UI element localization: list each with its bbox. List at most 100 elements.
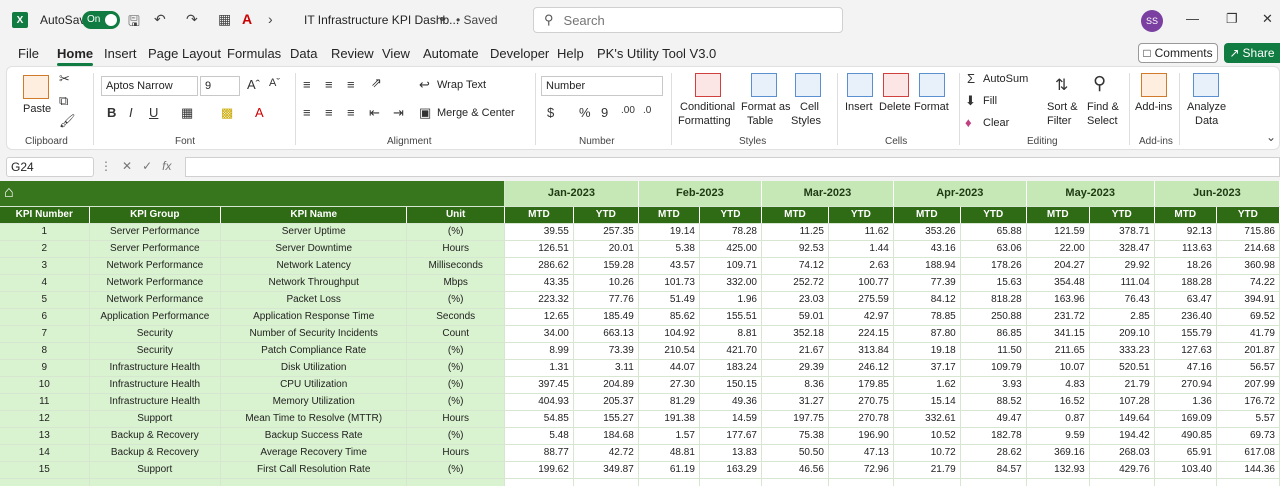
- kpi-cell[interactable]: Mean Time to Resolve (MTTR): [220, 410, 408, 428]
- align-middle-icon[interactable]: ≡: [325, 77, 333, 92]
- value-cell[interactable]: 19.14: [638, 223, 700, 241]
- empty-cell[interactable]: [1216, 478, 1280, 486]
- kpi-cell[interactable]: Network Performance: [89, 274, 222, 292]
- value-cell[interactable]: 65.88: [960, 223, 1027, 241]
- kpi-cell[interactable]: Average Recovery Time: [220, 444, 408, 462]
- value-cell[interactable]: 177.67: [699, 427, 763, 445]
- value-cell[interactable]: 397.45: [504, 376, 574, 394]
- value-cell[interactable]: 10.72: [893, 444, 961, 462]
- empty-cell[interactable]: [504, 478, 574, 486]
- header-ytd[interactable]: YTD: [960, 206, 1027, 224]
- value-cell[interactable]: 715.86: [1216, 223, 1280, 241]
- kpi-cell[interactable]: 3: [0, 257, 90, 275]
- kpi-cell[interactable]: First Call Resolution Rate: [220, 461, 408, 479]
- fill-color-icon[interactable]: ▩: [221, 105, 233, 121]
- value-cell[interactable]: 29.39: [761, 359, 829, 377]
- kpi-cell[interactable]: Security: [89, 325, 222, 343]
- kpi-cell[interactable]: (%): [406, 393, 505, 411]
- kpi-cell[interactable]: Network Performance: [89, 291, 222, 309]
- kpi-cell[interactable]: 4: [0, 274, 90, 292]
- value-cell[interactable]: 113.63: [1154, 240, 1217, 258]
- month-apr[interactable]: Apr-2023: [893, 181, 1027, 207]
- increase-decimal-icon[interactable]: .00: [621, 105, 635, 116]
- search-input[interactable]: [563, 12, 814, 28]
- value-cell[interactable]: 132.93: [1026, 461, 1090, 479]
- kpi-cell[interactable]: Infrastructure Health: [89, 376, 222, 394]
- value-cell[interactable]: 5.48: [504, 427, 574, 445]
- share-button[interactable]: ↗ Share: [1224, 43, 1280, 63]
- value-cell[interactable]: 104.92: [638, 325, 700, 343]
- kpi-cell[interactable]: 7: [0, 325, 90, 343]
- align-left-icon[interactable]: ≡: [303, 105, 311, 120]
- value-cell[interactable]: 76.43: [1089, 291, 1155, 309]
- value-cell[interactable]: 39.55: [504, 223, 574, 241]
- value-cell[interactable]: 332.61: [893, 410, 961, 428]
- value-cell[interactable]: 179.85: [828, 376, 894, 394]
- kpi-cell[interactable]: 13: [0, 427, 90, 445]
- empty-cell[interactable]: [828, 478, 894, 486]
- cell-styles-button-2[interactable]: Styles: [791, 115, 821, 127]
- value-cell[interactable]: 109.79: [960, 359, 1027, 377]
- value-cell[interactable]: 13.83: [699, 444, 763, 462]
- merge-center-button[interactable]: Merge & Center: [437, 107, 515, 119]
- value-cell[interactable]: 74.12: [761, 257, 829, 275]
- menu-developer[interactable]: Developer: [490, 46, 549, 61]
- value-cell[interactable]: 378.71: [1089, 223, 1155, 241]
- value-cell[interactable]: 155.27: [573, 410, 639, 428]
- value-cell[interactable]: 48.81: [638, 444, 700, 462]
- value-cell[interactable]: 86.85: [960, 325, 1027, 343]
- value-cell[interactable]: 275.59: [828, 291, 894, 309]
- value-cell[interactable]: 46.56: [761, 461, 829, 479]
- value-cell[interactable]: 163.29: [699, 461, 763, 479]
- value-cell[interactable]: 1.36: [1154, 393, 1217, 411]
- kpi-cell[interactable]: Disk Utilization: [220, 359, 408, 377]
- home-icon[interactable]: ⌂: [4, 184, 14, 201]
- value-cell[interactable]: 74.22: [1216, 274, 1280, 292]
- value-cell[interactable]: 191.38: [638, 410, 700, 428]
- collapse-ribbon-icon[interactable]: ⌄: [1266, 130, 1276, 144]
- value-cell[interactable]: 23.03: [761, 291, 829, 309]
- empty-cell[interactable]: [220, 478, 408, 486]
- kpi-cell[interactable]: Backup Success Rate: [220, 427, 408, 445]
- value-cell[interactable]: 199.62: [504, 461, 574, 479]
- value-cell[interactable]: 257.35: [573, 223, 639, 241]
- value-cell[interactable]: 1.31: [504, 359, 574, 377]
- month-jun[interactable]: Jun-2023: [1154, 181, 1280, 207]
- value-cell[interactable]: 196.90: [828, 427, 894, 445]
- value-cell[interactable]: 21.67: [761, 342, 829, 360]
- value-cell[interactable]: 19.18: [893, 342, 961, 360]
- value-cell[interactable]: 43.35: [504, 274, 574, 292]
- empty-cell[interactable]: [1089, 478, 1155, 486]
- cell-styles-icon[interactable]: [795, 73, 821, 97]
- font-size-select[interactable]: 9: [200, 76, 240, 96]
- value-cell[interactable]: 155.79: [1154, 325, 1217, 343]
- fill-button[interactable]: Fill: [983, 95, 997, 107]
- value-cell[interactable]: 360.98: [1216, 257, 1280, 275]
- value-cell[interactable]: 12.65: [504, 308, 574, 326]
- cut-icon[interactable]: ✂: [59, 71, 70, 87]
- document-title[interactable]: IT Infrastructure KPI Dashb...: [304, 13, 459, 27]
- empty-cell[interactable]: [761, 478, 829, 486]
- kpi-cell[interactable]: (%): [406, 342, 505, 360]
- restore-icon[interactable]: ❐: [1226, 11, 1238, 27]
- value-cell[interactable]: 111.04: [1089, 274, 1155, 292]
- menu-file[interactable]: File: [18, 46, 39, 61]
- value-cell[interactable]: 5.57: [1216, 410, 1280, 428]
- value-cell[interactable]: 223.32: [504, 291, 574, 309]
- autosum-icon[interactable]: Σ: [967, 71, 975, 86]
- percent-icon[interactable]: %: [579, 105, 591, 120]
- value-cell[interactable]: 341.15: [1026, 325, 1090, 343]
- menu-home[interactable]: Home: [57, 46, 94, 66]
- kpi-cell[interactable]: 11: [0, 393, 90, 411]
- month-feb[interactable]: Feb-2023: [638, 181, 763, 207]
- orientation-icon[interactable]: ⇗: [371, 75, 382, 91]
- find-select-button-1[interactable]: Find &: [1087, 101, 1119, 113]
- value-cell[interactable]: 75.38: [761, 427, 829, 445]
- value-cell[interactable]: 8.81: [699, 325, 763, 343]
- value-cell[interactable]: 354.48: [1026, 274, 1090, 292]
- kpi-cell[interactable]: Backup & Recovery: [89, 444, 222, 462]
- kpi-cell[interactable]: Milliseconds: [406, 257, 505, 275]
- banner-cell[interactable]: ⌂: [0, 181, 505, 207]
- value-cell[interactable]: 47.16: [1154, 359, 1217, 377]
- merge-center-icon[interactable]: ▣: [419, 105, 431, 121]
